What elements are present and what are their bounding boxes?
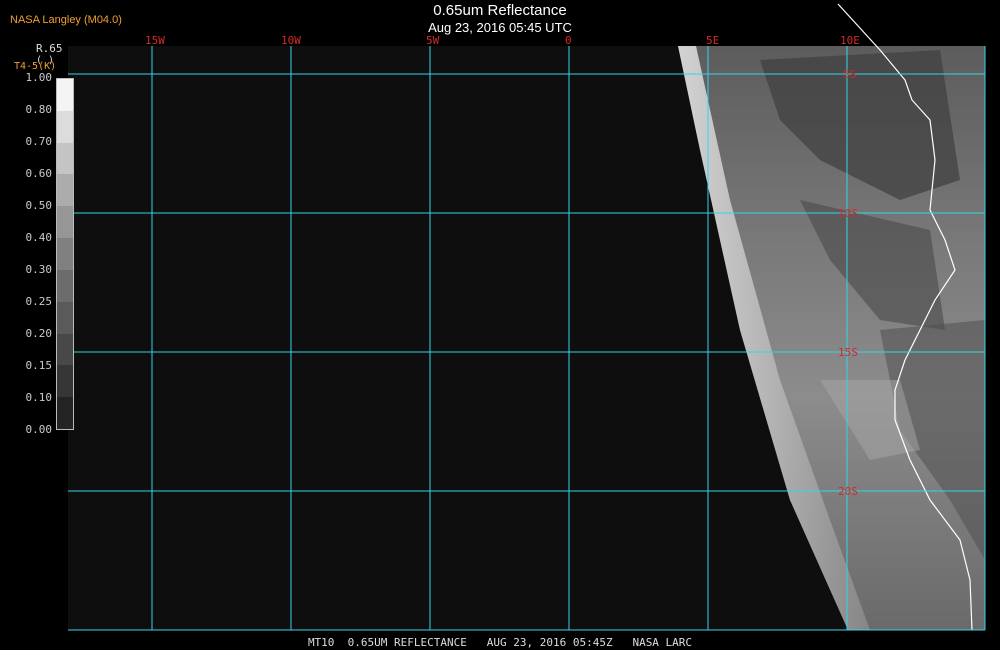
lon-label: 0 (565, 34, 572, 47)
colorbar-tick-label: 1.00 (25, 71, 53, 84)
colorbar-tick-label: 0.50 (25, 199, 53, 212)
colorbar-tick-label: 0.70 (25, 135, 53, 148)
lat-label: 20S (838, 485, 858, 498)
colorbar-tick-label: 0.30 (25, 263, 53, 276)
colorbar (56, 78, 74, 430)
footer-caption: MT10 0.65UM REFLECTANCE AUG 23, 2016 05:… (307, 636, 693, 649)
lon-label: 5E (706, 34, 719, 47)
colorbar-segment (57, 365, 73, 398)
satellite-map: 15W 10W 5W 0 5E 10E 5S 10S 15S 20S (68, 3, 986, 631)
colorbar-segment (57, 333, 73, 366)
colorbar-tick-label: 0.00 (25, 423, 53, 436)
lon-label: 10W (281, 34, 301, 47)
colorbar-segment (57, 174, 73, 207)
colorbar-segment (57, 206, 73, 239)
colorbar-segment (57, 397, 73, 429)
colorbar-segment (57, 142, 73, 175)
colorbar-segment (57, 110, 73, 143)
colorbar-tick-label: 0.25 (25, 295, 53, 308)
lat-label: 10S (838, 207, 858, 220)
colorbar-segment (57, 238, 73, 270)
colorbar-tick-label: 0.10 (25, 391, 53, 404)
lon-label: 15W (145, 34, 165, 47)
lon-label: 5W (426, 34, 440, 47)
colorbar-tick-label: 0.80 (25, 103, 53, 116)
lat-label: 5S (843, 68, 856, 81)
colorbar-tick-label: 0.40 (25, 231, 53, 244)
legend-title: R.65 (36, 42, 63, 55)
colorbar-tick-label: 0.20 (25, 327, 53, 340)
colorbar-segment (57, 269, 73, 302)
colorbar-tick-label: 0.15 (25, 359, 53, 372)
lon-label: 10E (840, 34, 860, 47)
colorbar-segment (57, 79, 73, 111)
colorbar-tick-label: 0.60 (25, 167, 53, 180)
lat-label: 15S (838, 346, 858, 359)
colorbar-segment (57, 301, 73, 334)
